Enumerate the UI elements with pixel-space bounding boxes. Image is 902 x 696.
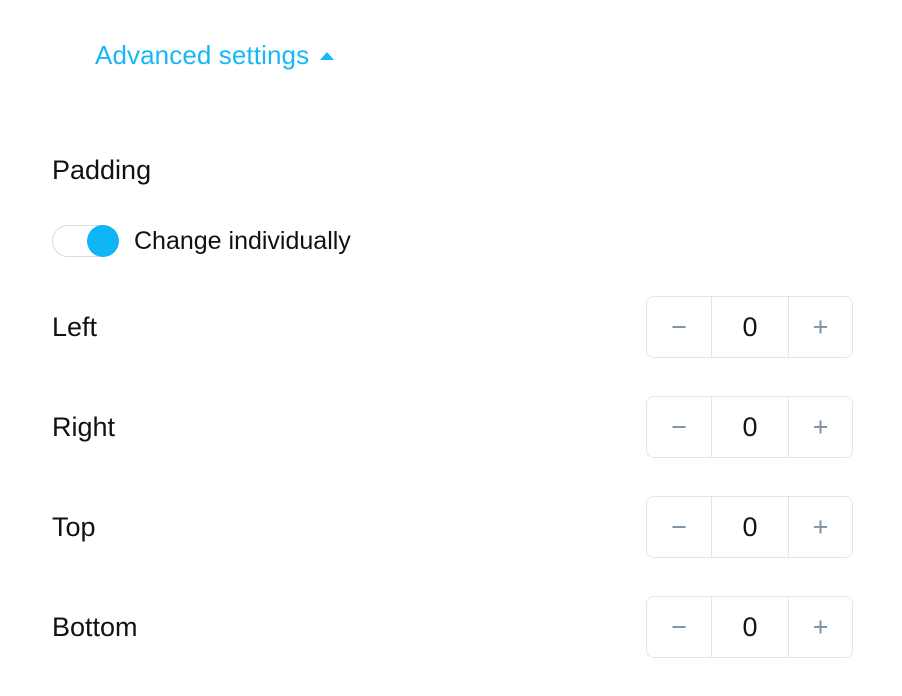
- padding-row-top: Top − 0 +: [0, 496, 902, 558]
- padding-row-right: Right − 0 +: [0, 396, 902, 458]
- padding-label-right: Right: [52, 412, 116, 442]
- plus-icon[interactable]: +: [788, 297, 852, 357]
- minus-icon[interactable]: −: [647, 497, 712, 557]
- padding-label-top: Top: [52, 512, 96, 542]
- minus-icon[interactable]: −: [647, 397, 712, 457]
- padding-stepper-left: − 0 +: [646, 296, 853, 358]
- advanced-settings-label: Advanced settings: [95, 40, 310, 70]
- padding-label-bottom: Bottom: [52, 612, 138, 642]
- padding-value-left[interactable]: 0: [712, 297, 788, 357]
- change-individually-row: Change individually: [52, 224, 351, 258]
- padding-stepper-right: − 0 +: [646, 396, 853, 458]
- padding-value-bottom[interactable]: 0: [712, 597, 788, 657]
- change-individually-switch[interactable]: [52, 225, 119, 257]
- plus-icon[interactable]: +: [788, 397, 852, 457]
- advanced-settings-toggle[interactable]: Advanced settings: [95, 38, 335, 72]
- padding-value-right[interactable]: 0: [712, 397, 788, 457]
- plus-icon[interactable]: +: [788, 597, 852, 657]
- padding-rows: Left − 0 + Right − 0 + Top − 0 + Bottom …: [0, 296, 902, 696]
- padding-label-left: Left: [52, 312, 98, 342]
- toggle-knob: [87, 225, 119, 257]
- page-title: Padding: [52, 155, 152, 185]
- caret-up-icon: [320, 52, 335, 60]
- padding-row-bottom: Bottom − 0 +: [0, 596, 902, 658]
- padding-value-top[interactable]: 0: [712, 497, 788, 557]
- minus-icon[interactable]: −: [647, 597, 712, 657]
- padding-stepper-top: − 0 +: [646, 496, 853, 558]
- padding-row-left: Left − 0 +: [0, 296, 902, 358]
- plus-icon[interactable]: +: [788, 497, 852, 557]
- change-individually-label[interactable]: Change individually: [134, 224, 351, 258]
- minus-icon[interactable]: −: [647, 297, 712, 357]
- padding-stepper-bottom: − 0 +: [646, 596, 853, 658]
